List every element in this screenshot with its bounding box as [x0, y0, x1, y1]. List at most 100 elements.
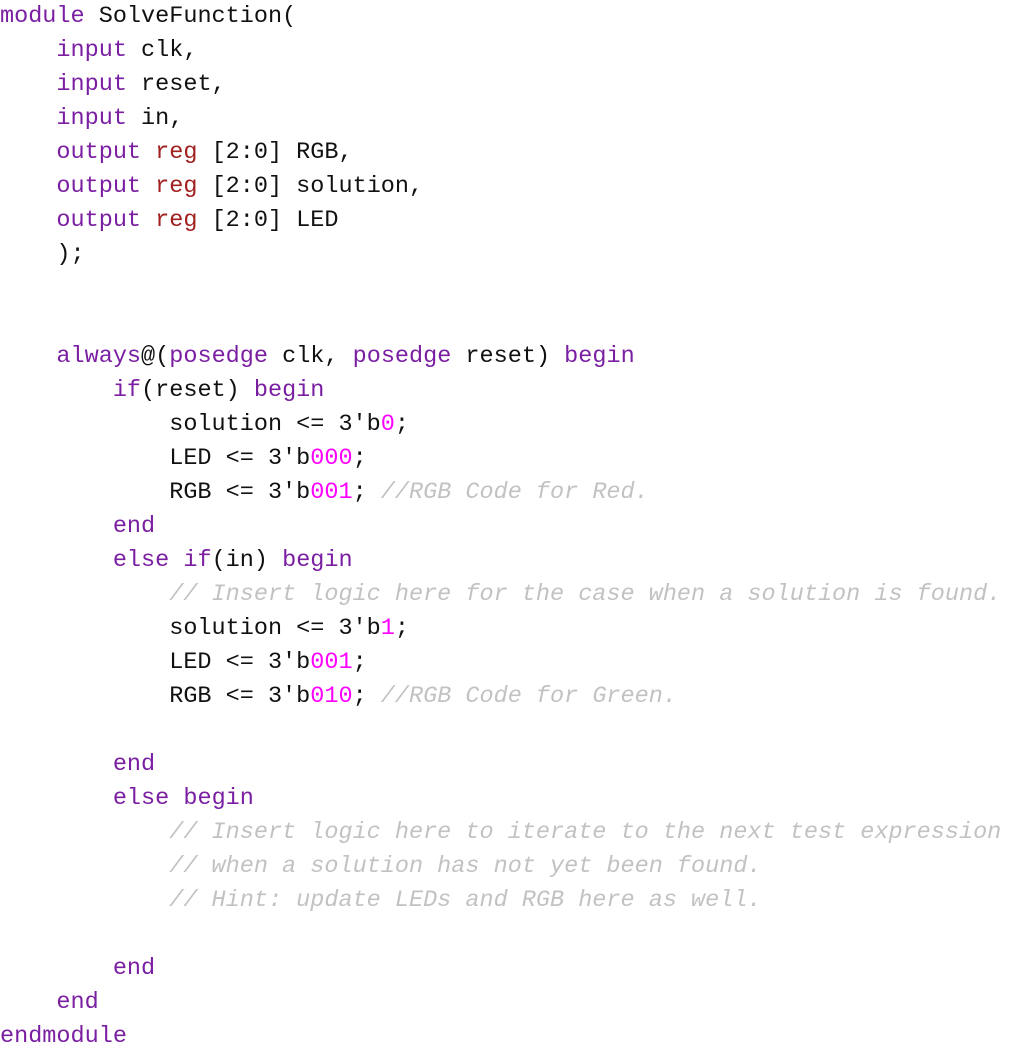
code-token-type: reg — [155, 139, 198, 166]
code-line: end — [0, 748, 1010, 782]
code-line: else if(in) begin — [0, 544, 1010, 578]
code-line: module SolveFunction( — [0, 0, 1010, 34]
code-line: if(reset) begin — [0, 374, 1010, 408]
code-line: // when a solution has not yet been foun… — [0, 850, 1010, 884]
code-content[interactable]: module SolveFunction( input clk, input r… — [0, 0, 1010, 1054]
code-token-plain: ; — [394, 411, 409, 438]
code-token-number: 1 — [380, 615, 395, 642]
code-line: end — [0, 952, 1010, 986]
code-line — [0, 918, 1010, 952]
code-token-keyword: begin — [183, 785, 254, 812]
code-token-plain: [2:0] LED — [197, 207, 339, 234]
code-line: RGB <= 3'b001; //RGB Code for Red. — [0, 476, 1010, 510]
code-token-blank — [0, 309, 14, 336]
code-line: output reg [2:0] RGB, — [0, 136, 1010, 170]
code-token-keyword: if — [112, 377, 142, 404]
code-token-keyword: posedge — [352, 343, 452, 370]
code-line: end — [0, 986, 1010, 1020]
code-line: always@(posedge clk, posedge reset) begi… — [0, 340, 1010, 374]
code-token-plain: solution <= 3'b — [0, 615, 381, 642]
code-line: output reg [2:0] solution, — [0, 170, 1010, 204]
code-token-keyword: end — [112, 513, 156, 540]
code-line: // Insert logic here to iterate to the n… — [0, 816, 1010, 850]
code-token-number: 001 — [310, 649, 353, 676]
code-token-comment: // Insert logic here for the case when a… — [169, 581, 1002, 608]
code-token-number: 010 — [310, 683, 353, 710]
code-token-keyword: module — [0, 3, 85, 30]
code-line: else begin — [0, 782, 1010, 816]
code-line: solution <= 3'b0; — [0, 408, 1010, 442]
code-token-number: 000 — [310, 445, 353, 472]
code-token-comment: //RGB Code for Red. — [380, 479, 649, 506]
code-token-keyword: begin — [282, 547, 353, 574]
code-token-plain: ); — [0, 241, 85, 268]
code-token-keyword: begin — [564, 343, 635, 370]
code-token-keyword: output — [56, 173, 142, 200]
code-line: // Hint: update LEDs and RGB here as wel… — [0, 884, 1010, 918]
code-token-plain: in, — [126, 105, 184, 132]
code-line: output reg [2:0] LED — [0, 204, 1010, 238]
code-token-plain: reset) — [451, 343, 565, 370]
code-token-plain: @( — [141, 343, 170, 370]
code-token-comment: //RGB Code for Green. — [380, 683, 677, 710]
code-line: solution <= 3'b1; — [0, 612, 1010, 646]
code-token-plain: clk, — [126, 37, 198, 64]
code-token-blank — [0, 717, 14, 744]
code-line — [0, 272, 1010, 306]
code-token-plain: (reset) — [141, 377, 254, 404]
code-token-plain: RGB <= 3'b — [0, 479, 311, 506]
code-token-keyword: end — [112, 751, 156, 778]
code-token-plain: RGB <= 3'b — [0, 683, 311, 710]
code-token-keyword: if — [183, 547, 212, 574]
code-line: LED <= 3'b000; — [0, 442, 1010, 476]
code-token-keyword: input — [56, 105, 127, 132]
code-token-number: 0 — [380, 411, 395, 438]
code-line: // Insert logic here for the case when a… — [0, 578, 1010, 612]
code-line — [0, 306, 1010, 340]
code-token-keyword: end — [112, 955, 156, 982]
code-line — [0, 714, 1010, 748]
code-line: input clk, — [0, 34, 1010, 68]
code-token-keyword: output — [56, 139, 142, 166]
code-token-plain: clk, — [267, 343, 353, 370]
code-token-keyword: input — [56, 71, 127, 98]
code-token-keyword: else — [112, 785, 170, 812]
code-token-plain: ; — [352, 445, 367, 472]
code-token-plain: [2:0] RGB, — [197, 139, 353, 166]
code-line: RGB <= 3'b010; //RGB Code for Green. — [0, 680, 1010, 714]
code-line: input reset, — [0, 68, 1010, 102]
code-token-plain: [2:0] solution, — [197, 173, 424, 200]
code-token-comment: // when a solution has not yet been foun… — [169, 853, 762, 880]
code-token-keyword: always — [56, 343, 142, 370]
code-token-plain: ; — [352, 649, 367, 676]
code-token-keyword: output — [56, 207, 142, 234]
code-token-number: 001 — [310, 479, 353, 506]
code-token-plain: ; — [352, 479, 381, 506]
code-token-plain: ; — [352, 683, 381, 710]
code-editor-view[interactable]: module SolveFunction( input clk, input r… — [0, 0, 1010, 1050]
code-token-comment: // Insert logic here to iterate to the n… — [169, 819, 1002, 846]
code-token-type: reg — [155, 173, 198, 200]
code-line: end — [0, 510, 1010, 544]
code-token-keyword: else — [112, 547, 170, 574]
code-token-blank — [0, 921, 14, 948]
code-token-plain: (in) — [211, 547, 283, 574]
code-token-plain: ; — [394, 615, 409, 642]
code-token-type: reg — [155, 207, 198, 234]
